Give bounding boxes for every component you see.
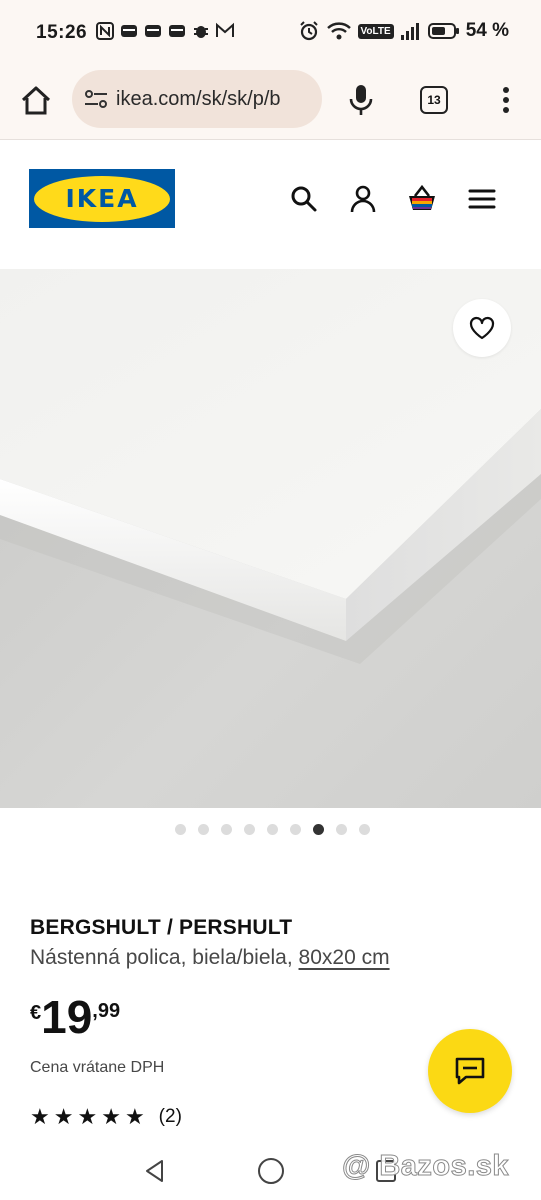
user-icon[interactable] [347,183,379,215]
star-icon: ★ [53,1104,74,1129]
logo-text: IKEA [65,184,139,213]
search-icon[interactable] [288,183,320,215]
address-bar[interactable]: ikea.com/sk/sk/p/b [72,70,322,128]
chat-button[interactable] [428,1029,512,1113]
price-whole: 19 [41,991,93,1043]
product-dimensions-link[interactable]: 80x20 cm [299,946,390,969]
carousel-dot[interactable] [175,824,186,835]
logo-oval: IKEA [34,175,170,222]
alarm-icon [299,21,318,41]
carousel-dot[interactable] [359,824,370,835]
star-icon: ★ [101,1104,121,1129]
favourite-button[interactable] [453,299,511,357]
star-icon: ★ [124,1104,145,1129]
bug-icon [194,26,208,38]
status-right: VoLTE 54 % [298,20,509,42]
notification-icons [96,22,234,40]
battery-icon [427,23,459,39]
wifi-icon [326,22,351,40]
status-bar: 15:26 VoLTE 54 % [0,0,541,66]
microphone-icon[interactable] [346,82,376,118]
carousel-dot[interactable] [198,824,209,835]
price-cents: ,99 [92,1000,121,1022]
site-header: IKEA [0,141,541,269]
battery-percent: 54 % [465,20,509,41]
product-name: BERGSHULT / PERSHULT [30,916,293,939]
wallet-icon [121,25,137,37]
nfc-icon [96,22,114,40]
carousel-dot[interactable] [267,824,278,835]
carousel-dot[interactable] [313,824,324,835]
product-image[interactable] [0,269,541,808]
star-icon: ★ [77,1104,98,1129]
watermark: @ Bazos.sk [341,1150,510,1183]
heart-icon [469,316,495,340]
review-count[interactable]: (2) [159,1106,182,1128]
carousel-dot[interactable] [290,824,301,835]
star-icon: ★ [30,1104,50,1129]
rating-stars: ★ ★ ★ ★ ★ [30,1104,145,1130]
wallet-icon [169,25,185,37]
shelf-photo [0,269,541,808]
product-type: Nástenná polica, biela/biela, [30,946,293,969]
status-time: 15:26 [36,22,88,43]
chat-icon [455,1057,485,1085]
shopping-bag-icon[interactable] [406,183,438,215]
home-nav-icon[interactable] [258,1158,284,1184]
more-options-icon[interactable] [494,84,518,116]
back-icon[interactable] [142,1158,168,1184]
home-icon[interactable] [18,83,54,119]
product-rating[interactable]: ★ ★ ★ ★ ★ (2) [30,1104,182,1130]
ikea-logo[interactable]: IKEA [29,169,175,228]
url-text[interactable]: ikea.com/sk/sk/p/b [116,88,281,111]
gmail-icon [216,22,234,37]
carousel-dots [0,824,541,840]
carousel-dot[interactable] [244,824,255,835]
vat-note: Cena vrátane DPH [30,1059,165,1076]
tab-switcher-button[interactable]: 13 [420,86,448,114]
carousel-dot[interactable] [221,824,232,835]
product-description: Nástenná polica, biela/biela, 80x20 cm [30,946,390,970]
volte-badge: VoLTE [357,23,394,39]
signal-icon [400,23,419,40]
site-settings-icon[interactable] [84,88,108,110]
browser-toolbar: ikea.com/sk/sk/p/b 13 [0,66,541,140]
wallet-icon [145,25,161,37]
product-price: € 19 ,99 [30,992,120,1042]
hamburger-menu-icon[interactable] [466,183,498,215]
carousel-dot[interactable] [336,824,347,835]
price-currency: € [30,1002,42,1024]
